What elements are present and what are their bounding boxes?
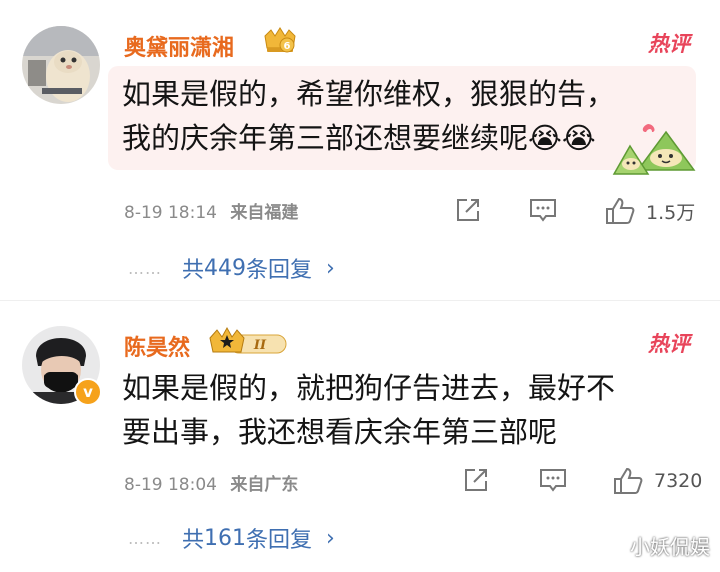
comment-location: 来自福建 (230, 203, 299, 223)
username[interactable]: 陈昊然 (124, 330, 190, 362)
comment-card: 奥黛丽潇湘 6 热评 如果是假的，希望你维权，狠狠的告， 我的庆余年第三部还想要… (0, 0, 720, 300)
crown-level-icon: 6 (262, 26, 298, 60)
crown-level-icon: II (208, 326, 288, 362)
comment-text-line: 我的庆余年第三部还想要继续呢😭😭 (122, 121, 596, 155)
view-replies-link[interactable]: …… 共 161 条回复 › (128, 522, 335, 554)
comment-button[interactable] (538, 466, 568, 494)
reply-suffix: 条回复 (246, 258, 313, 283)
reply-count: 449 (204, 255, 247, 281)
watermark: 小妖侃娱 (630, 535, 710, 559)
share-button[interactable] (462, 466, 490, 494)
zongzi-mascot-sticker (608, 118, 700, 184)
comment-text-line: 如果是假的，就把狗仔告进去，最好不 (122, 371, 616, 405)
share-button[interactable] (454, 196, 482, 224)
reply-prefix: 共 (182, 528, 205, 553)
avatar[interactable] (22, 26, 100, 104)
like-count: 1.5万 (646, 201, 696, 224)
level-roman: II (253, 338, 267, 353)
hot-comment-badge: 热评 (648, 332, 690, 356)
comment-location: 来自广东 (230, 475, 299, 495)
like-count: 7320 (654, 470, 703, 492)
comment-icon (540, 469, 566, 492)
chevron-right-icon: › (326, 255, 335, 281)
share-icon (465, 469, 487, 491)
comment-icon (530, 199, 556, 222)
comment-meta: 8-19 18:04 来自广东 (124, 470, 298, 495)
like-icon (614, 467, 643, 494)
comment-meta: 8-19 18:14 来自福建 (124, 198, 298, 223)
comment-card: v 陈昊然 II 热评 如果是假的，就把狗仔告进去，最好不 要出事，我还想看庆余… (0, 300, 720, 572)
like-button[interactable]: 1.5万 (604, 196, 695, 226)
comment-date: 8-19 18:14 (124, 203, 217, 223)
username[interactable]: 奥黛丽潇湘 (124, 30, 234, 62)
view-replies-link[interactable]: …… 共 449 条回复 › (128, 252, 335, 284)
hot-comment-badge: 热评 (648, 32, 690, 56)
share-icon (457, 199, 479, 221)
comment-text-line: 如果是假的，希望你维权，狠狠的告， (122, 77, 616, 111)
like-icon (606, 197, 635, 224)
comment-button[interactable] (528, 196, 558, 224)
comment-date: 8-19 18:04 (124, 475, 217, 495)
comment-text: 如果是假的，希望你维权，狠狠的告， 我的庆余年第三部还想要继续呢😭😭 (122, 72, 692, 160)
comment-text-line: 要出事，我还想看庆余年第三部呢 (122, 415, 558, 449)
reply-dots: …… (128, 528, 162, 548)
reply-prefix: 共 (182, 258, 205, 283)
comment-text: 如果是假的，就把狗仔告进去，最好不 要出事，我还想看庆余年第三部呢 (122, 366, 692, 454)
reply-count: 161 (204, 525, 247, 551)
reply-dots: …… (128, 258, 162, 278)
verified-badge-icon: v (74, 378, 102, 406)
level-number: 6 (284, 41, 291, 52)
chevron-right-icon: › (326, 525, 335, 551)
reply-suffix: 条回复 (246, 528, 313, 553)
like-button[interactable]: 7320 (612, 466, 702, 496)
